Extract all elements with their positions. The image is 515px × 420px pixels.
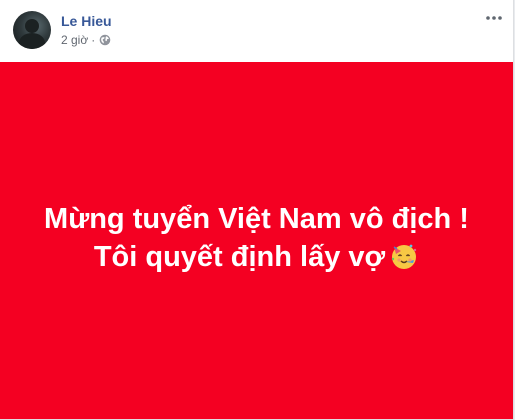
avatar-shoulders: [19, 33, 45, 49]
post-text-line-1: Mừng tuyển Việt Nam vô địch !: [44, 203, 469, 235]
post-text: Mừng tuyển Việt Nam vô địch ! Tôi quyết …: [44, 200, 469, 276]
post-meta: 2 giờ ·: [61, 33, 111, 47]
globe-icon[interactable]: [99, 34, 111, 46]
author-name[interactable]: Le Hieu: [61, 13, 112, 29]
avatar[interactable]: [13, 11, 51, 49]
post-background: Mừng tuyển Việt Nam vô địch ! Tôi quyết …: [0, 62, 513, 419]
more-options-icon[interactable]: [482, 6, 506, 30]
avatar-head: [25, 19, 39, 33]
post-card: Le Hieu 2 giờ · Mừng tuyển Việt Nam vô đ…: [0, 0, 514, 420]
partying-face-emoji-icon: [389, 241, 419, 271]
post-header: Le Hieu 2 giờ ·: [0, 0, 513, 62]
post-timestamp[interactable]: 2 giờ: [61, 33, 88, 47]
post-text-line-2: Tôi quyết định lấy vợ: [44, 238, 469, 276]
meta-separator: ·: [91, 33, 96, 47]
post-text-line-2-text: Tôi quyết định lấy vợ: [93, 241, 386, 273]
